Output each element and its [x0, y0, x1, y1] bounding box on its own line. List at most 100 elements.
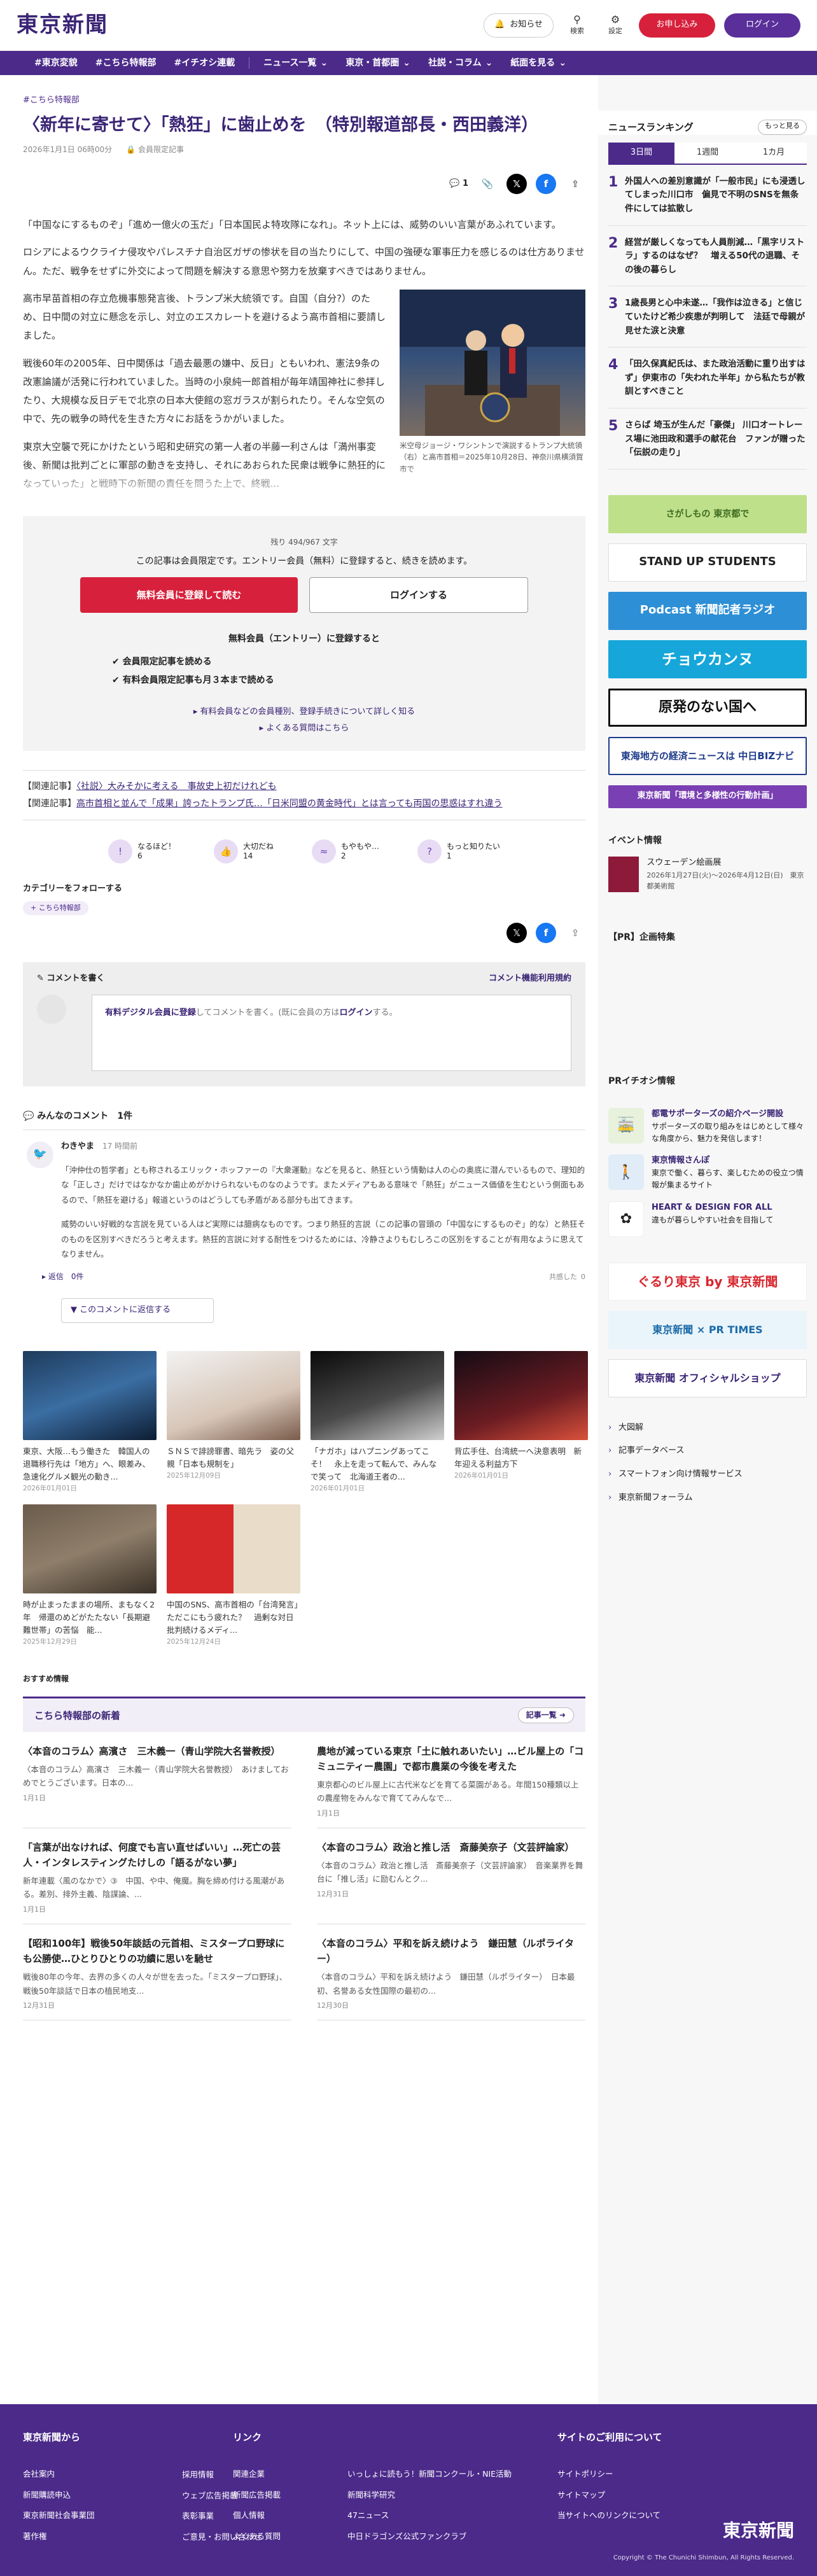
nav-menu-tokyo[interactable]: 東京・首都圏 ⌄ — [337, 56, 419, 70]
reaction-taisetsu[interactable]: 👍 大切だね 14 — [213, 839, 274, 864]
nav-tag-ichioshi[interactable]: #イチオシ連載 — [165, 56, 244, 70]
news-item[interactable]: 農地が減っている東京「土に触れあいたい」…ビル屋上の「コミュニティー農園」で都市… — [317, 1732, 585, 1829]
comment-guidelines-link[interactable]: コメント機能利用規約 — [489, 972, 571, 986]
sidebar-link[interactable]: 大図解 — [608, 1417, 807, 1440]
comment-login-link[interactable]: ログイン — [339, 1008, 372, 1018]
x-share-icon[interactable]: 𝕏 — [506, 922, 527, 943]
banner-chunichi-biz[interactable]: 東海地方の経済ニュースは 中日BIZナビ — [608, 736, 807, 775]
clip-icon[interactable]: 📎 — [477, 174, 498, 194]
login-button[interactable]: ログイン — [724, 13, 800, 38]
nav-menu-paper[interactable]: 紙面を見る ⌄ — [501, 56, 575, 70]
reaction-motto[interactable]: ? もっと知りたい 1 — [417, 839, 500, 864]
pr-item[interactable]: ✿ HEART & DESIGN FOR ALL 違もが暮らしやすい社会を目指して — [598, 1191, 817, 1237]
tab-3days[interactable]: 3日間 — [608, 143, 674, 164]
footer-link[interactable]: 著作権 — [23, 2526, 95, 2547]
ranking-item[interactable]: 4 「田久保真紀氏は、また政治活動に重り出すはず」伊東市の「失われた半年」から私た… — [608, 358, 807, 409]
footer-link[interactable]: 東京新聞社会事業団 — [23, 2505, 95, 2526]
share-icon[interactable]: ⇪ — [565, 174, 585, 194]
reaction-moyamoya[interactable]: ≈ もやもや… 2 — [312, 839, 379, 864]
register-link[interactable]: 有料デジタル会員に登録 — [105, 1008, 196, 1018]
footer-logo[interactable]: 東京新聞 — [723, 2517, 794, 2545]
nav-tag-henbou[interactable]: #東京変貌 — [25, 56, 87, 70]
news-item[interactable]: 〈本音のコラム〉高濱さ 三木義一（青山学院大名誉教授） 〈本音のコラム〉高濱さ 三… — [23, 1732, 291, 1829]
membership-info-link[interactable]: ▸ 有料会員などの会員種別、登録手続きについて詳しく知る — [80, 704, 528, 720]
article-list-button[interactable]: 記事一覧 ➜ — [517, 1707, 574, 1724]
ranking-item[interactable]: 2 経営が厳しくなっても人員削減…「黒字リストラ」するのはなぜ？ 増える50代の退… — [608, 235, 807, 287]
news-item[interactable]: 〈本音のコラム〉平和を訴え続けよう 鎌田慧（ルポライター） 〈本音のコラム〉平和を… — [317, 1924, 585, 2021]
settings-button[interactable]: ⚙ 設定 — [601, 13, 630, 37]
banner-sagashimono[interactable]: さがしもの 東京都で — [608, 494, 807, 533]
banner-no-nuclear[interactable]: 原発のない国へ — [608, 688, 807, 727]
related-item[interactable]: 【関連記事】高市首相と並んで「成果」誇ったトランプ氏…「日米同盟の黄金時代」とは… — [23, 795, 585, 813]
banner-gururi-tokyo[interactable]: ぐるり東京 by 東京新聞 — [608, 1262, 807, 1301]
comment-input-area[interactable]: 有料デジタル会員に登録してコメントを書く。(既に会員の方はログインする。 — [92, 994, 571, 1071]
footer-link[interactable]: いっしょに読もう！新聞コンクール・NIE活動 — [347, 2464, 512, 2485]
footer-link[interactable]: よくある質問 — [233, 2526, 328, 2547]
follow-chip[interactable]: + こちら特報部 — [23, 901, 88, 915]
reply-count[interactable]: ▸ 返信 0件 — [42, 1271, 83, 1283]
recommend-card[interactable]: 東京、大阪…もう働きた 韓国人の退職移行先は「地方」へ、眼差み、急速化グルメ観光… — [23, 1351, 157, 1494]
footer-link[interactable]: 会社案内 — [23, 2464, 95, 2485]
footer-link[interactable]: 当サイトへのリンクについて — [557, 2505, 748, 2526]
subscribe-button[interactable]: お申し込み — [639, 13, 715, 38]
faq-link[interactable]: ▸ よくある質問はこちら — [80, 720, 528, 737]
pr-item[interactable]: 🚋 都電サポーターズの紹介ページ開設 サポーターズの取り組みをはじめとして様々な角度… — [598, 1098, 817, 1144]
x-share-icon[interactable]: 𝕏 — [506, 174, 527, 195]
ranking-item[interactable]: 1 外国人への差別意識が「一般市民」にも浸透してしまった川口市 偏見で不明のSNS… — [608, 174, 807, 226]
facebook-share-icon[interactable]: f — [536, 174, 556, 195]
free-register-button[interactable]: 無料会員に登録して読む — [80, 577, 298, 613]
footer-link[interactable]: 新聞広告掲載 — [233, 2485, 328, 2506]
footer-link[interactable]: サイトマップ — [557, 2485, 748, 2506]
recommend-card[interactable]: 「ナガホ」はハプニングあってこそ！ 永上を走って転んで、みんなで笑って 北海道王… — [311, 1351, 444, 1494]
news-item[interactable]: 「言葉が出なければ、何度でも言い直せばいい」…死亡の芸人・インタレスティングたけ… — [23, 1828, 291, 1925]
share-icon[interactable]: ⇪ — [565, 923, 585, 943]
footer-link[interactable]: 中日ドラゴンズ公式ファンクラブ — [347, 2526, 512, 2547]
footer-link[interactable]: 47ニュース — [347, 2505, 512, 2526]
news-item[interactable]: 〈本音のコラム〉政治と推し活 斎藤美奈子（文芸評論家） 〈本音のコラム〉政治と推し… — [317, 1828, 585, 1925]
reaction-naruhodo[interactable]: ! なるほど！ 6 — [108, 839, 176, 864]
recommend-card[interactable]: 背広手住、台湾統一へ決意表明 新年迎える利益方下 2026年01月01日 — [454, 1351, 588, 1494]
like-button[interactable]: 共感した 0 — [549, 1271, 585, 1283]
banner-action-plan[interactable]: 東京新聞「環境と多様性の行動計画」 — [608, 785, 807, 808]
nav-menu-news[interactable]: ニュース一覧 ⌄ — [255, 56, 337, 70]
sidebar-link[interactable]: 記事データベース — [608, 1439, 807, 1463]
event-item[interactable]: スウェーデン絵画展 2026年1月27日(火)～2026年4月12日(日) 東京都… — [598, 857, 817, 893]
related-item[interactable]: 【関連記事】〈社説〉大みそかに考える 事故史上初だけれども — [23, 778, 585, 795]
banner-podcast[interactable]: Podcast 新聞記者ラジオ — [608, 591, 807, 630]
sidebar-link[interactable]: スマートフォン向け情報サービス — [608, 1463, 807, 1487]
footer-link[interactable]: 新聞購読申込 — [23, 2485, 95, 2506]
news-item[interactable]: 【昭和100年】戦後50年談話の元首相、ミスタープロ野球にも公勝使…ひとりひとり… — [23, 1924, 291, 2021]
search-button[interactable]: ⚲ 検索 — [562, 13, 592, 37]
article-figure[interactable]: 米空母ジョージ・ワシントンで演説するトランプ大統領（右）と高市首相＝2025年1… — [400, 289, 585, 475]
recommend-card[interactable]: 中国のSNS、高市首相の「台湾発言」ただこにもう疲れた？ 過剰な対日批判続けるメ… — [167, 1504, 300, 1648]
banner-stand-up-students[interactable]: STAND UP STUDENTS — [608, 543, 807, 582]
related-link[interactable]: 〈社説〉大みそかに考える 事故史上初だけれども — [76, 781, 277, 792]
comment-count[interactable]: 💬 1 — [449, 178, 468, 191]
site-logo[interactable]: 東京新聞 — [17, 8, 108, 42]
related-link[interactable]: 高市首相と並んで「成果」誇ったトランプ氏…「日米同盟の黄金時代」とは言っても両国… — [76, 799, 502, 809]
sidebar-link[interactable]: 東京新聞フォーラム — [608, 1487, 807, 1510]
tab-1month[interactable]: 1カ月 — [741, 143, 807, 164]
nav-menu-label: 紙面を見る — [510, 57, 555, 68]
tab-1week[interactable]: 1週間 — [674, 143, 741, 164]
footer-link[interactable]: 関連企業 — [233, 2464, 328, 2485]
ranking-item[interactable]: 3 1歳長男と心中未遂…「我作は泣きる」と信じていたけど希少疾患が判明して 法廷で… — [608, 297, 807, 348]
footer-link[interactable]: 個人情報 — [233, 2505, 328, 2526]
facebook-share-icon[interactable]: f — [536, 922, 556, 943]
footer-link[interactable]: サイトポリシー — [557, 2464, 748, 2485]
banner-pr-times[interactable]: 東京新聞 × PR TIMES — [608, 1310, 807, 1349]
paywall-login-button[interactable]: ログインする — [309, 577, 528, 613]
nav-tag-tokuho[interactable]: #こちら特報部 — [87, 56, 165, 70]
pr-item[interactable]: 🚶 東京情報さんぽ 東京で働く、暮らす、楽しむための役立つ情報が集まるサイト — [598, 1144, 817, 1191]
recommend-card[interactable]: 時が止まったままの場所、まもなく2年 帰還のめどがたたない「長期避難世帯」の苦悩… — [23, 1504, 157, 1648]
recommend-card[interactable]: ＳＮＳで誹謗罪書、暗先ラ 姿の父親「日本も規制を」 2025年12月09日 — [167, 1351, 300, 1494]
reply-toggle-button[interactable]: ▼ このコメントに返信する — [61, 1298, 214, 1324]
footer-link[interactable]: 新聞科学研究 — [347, 2485, 512, 2506]
notification-button[interactable]: 🔔 お知らせ — [484, 13, 554, 38]
ranking-more-link[interactable]: もっと見る — [758, 120, 807, 135]
breadcrumb[interactable]: #こちら特報部 — [23, 94, 585, 108]
ranking-item[interactable]: 5 さらば 埼玉が生んだ「豪傑」 川口オートレース場に池田政和選手の献花台 ファン… — [608, 418, 807, 470]
banner-official-shop[interactable]: 東京新聞 オフィシャルショップ — [608, 1359, 807, 1397]
nav-menu-editorial[interactable]: 社説・コラム ⌄ — [419, 56, 501, 70]
banner-chokanu[interactable]: チョウカンヌ — [608, 640, 807, 678]
